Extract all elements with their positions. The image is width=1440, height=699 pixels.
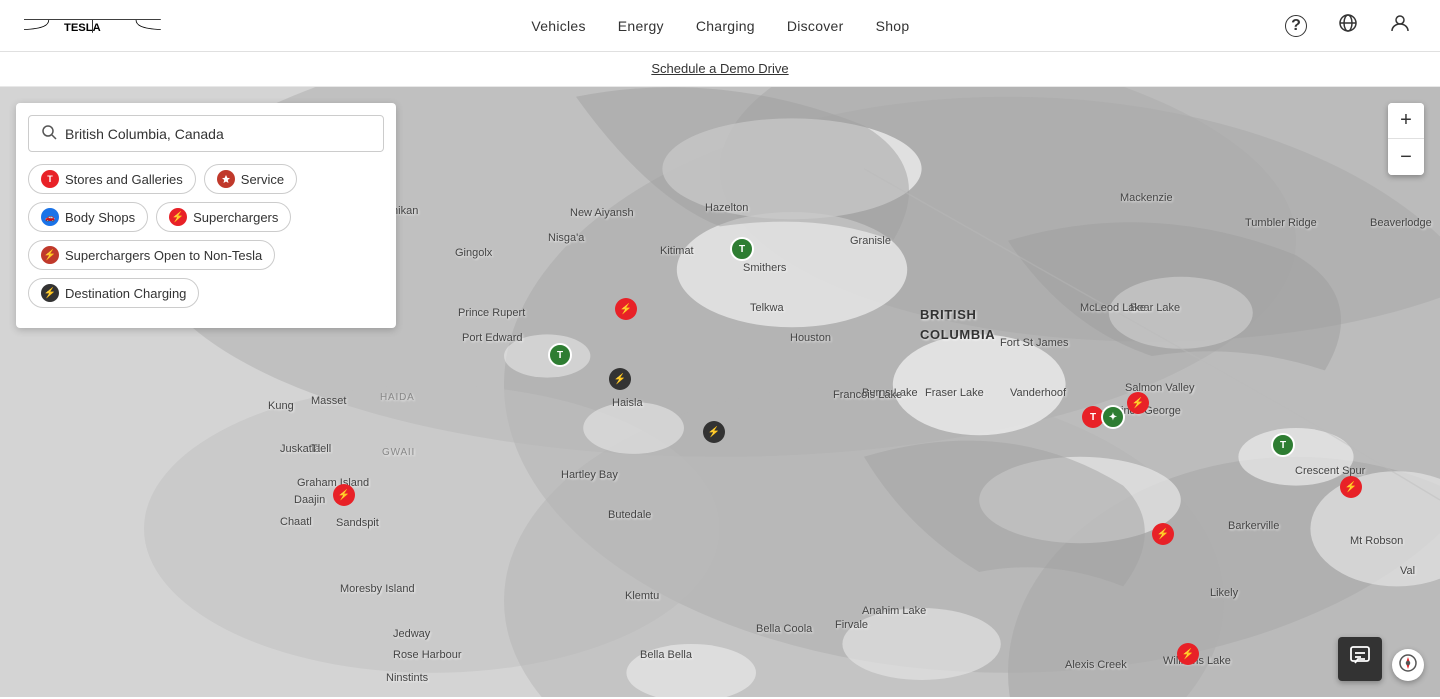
nav-energy[interactable]: Energy: [618, 18, 664, 34]
nav-charging[interactable]: Charging: [696, 18, 755, 34]
map-marker-7[interactable]: T: [1271, 433, 1295, 457]
filter-row-2: 🚗 Body Shops ⚡ Superchargers: [28, 202, 384, 232]
supercharger-label: Superchargers: [193, 210, 278, 225]
stores-label: Stores and Galleries: [65, 172, 183, 187]
language-button[interactable]: [1332, 10, 1364, 42]
map-marker-9[interactable]: ⚡: [1177, 643, 1199, 665]
svg-text:TESLA: TESLA: [64, 21, 101, 32]
map-marker-10[interactable]: ⚡: [703, 421, 725, 443]
stores-icon: T: [41, 170, 59, 188]
supercharger-icon: ⚡: [169, 208, 187, 226]
zoom-out-button[interactable]: −: [1388, 139, 1424, 175]
question-icon: ?: [1285, 15, 1307, 37]
nav-links: Vehicles Energy Charging Discover Shop: [531, 18, 909, 34]
filter-stores[interactable]: T Stores and Galleries: [28, 164, 196, 194]
map-marker-11[interactable]: ⚡: [333, 484, 355, 506]
schedule-demo-link[interactable]: Schedule a Demo Drive: [651, 61, 788, 76]
open-tesla-label: Superchargers Open to Non-Tesla: [65, 248, 262, 263]
filter-row-1: T Stores and Galleries Service: [28, 164, 384, 194]
filter-body[interactable]: 🚗 Body Shops: [28, 202, 148, 232]
navbar: TESLA Vehicles Energy Charging Discover …: [0, 0, 1440, 52]
map-marker-1[interactable]: ⚡: [615, 298, 637, 320]
nav-shop[interactable]: Shop: [876, 18, 910, 34]
filter-destination[interactable]: ⚡ Destination Charging: [28, 278, 199, 308]
demo-bar: Schedule a Demo Drive: [0, 52, 1440, 87]
help-button[interactable]: ?: [1280, 10, 1312, 42]
map-marker-0[interactable]: T: [730, 237, 754, 261]
destination-icon: ⚡: [41, 284, 59, 302]
map-marker-6[interactable]: ⚡: [1127, 392, 1149, 414]
tesla-logo[interactable]: TESLA: [24, 19, 161, 33]
nav-right-icons: ?: [1280, 10, 1416, 42]
filter-service[interactable]: Service: [204, 164, 297, 194]
account-button[interactable]: [1384, 10, 1416, 42]
filter-row-4: ⚡ Destination Charging: [28, 278, 384, 308]
map-marker-5[interactable]: ✦: [1101, 405, 1125, 429]
map-marker-12[interactable]: ⚡: [1340, 476, 1362, 498]
service-label: Service: [241, 172, 284, 187]
globe-icon: [1338, 13, 1358, 38]
map-container[interactable]: CraigKetchikanNew AiyanshHazeltonSmither…: [0, 87, 1440, 697]
open-tesla-icon: ⚡: [41, 246, 59, 264]
search-box[interactable]: [28, 115, 384, 152]
sidebar: T Stores and Galleries Service 🚗 Body Sh…: [16, 103, 396, 328]
body-icon: 🚗: [41, 208, 59, 226]
nav-vehicles[interactable]: Vehicles: [531, 18, 585, 34]
chat-button[interactable]: [1338, 637, 1382, 681]
compass-button[interactable]: [1392, 649, 1424, 681]
map-marker-3[interactable]: T: [548, 343, 572, 367]
zoom-controls: + −: [1388, 103, 1424, 175]
zoom-in-button[interactable]: +: [1388, 103, 1424, 139]
chat-icon: [1349, 645, 1371, 673]
filter-supercharger[interactable]: ⚡ Superchargers: [156, 202, 291, 232]
search-input[interactable]: [65, 126, 371, 142]
body-label: Body Shops: [65, 210, 135, 225]
filter-row-3: ⚡ Superchargers Open to Non-Tesla: [28, 240, 384, 270]
filter-open-tesla[interactable]: ⚡ Superchargers Open to Non-Tesla: [28, 240, 275, 270]
destination-label: Destination Charging: [65, 286, 186, 301]
search-icon: [41, 124, 57, 143]
map-marker-2[interactable]: ⚡: [609, 368, 631, 390]
compass-icon: [1398, 653, 1418, 678]
map-marker-8[interactable]: ⚡: [1152, 523, 1174, 545]
nav-discover[interactable]: Discover: [787, 18, 844, 34]
person-icon: [1390, 13, 1410, 38]
service-icon: [217, 170, 235, 188]
